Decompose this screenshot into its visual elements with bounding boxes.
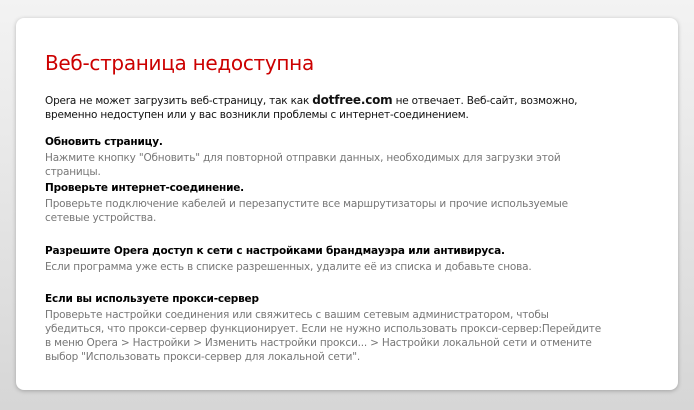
- intro-text: Opera не может загрузить веб-страницу, т…: [45, 93, 605, 122]
- section-reload: Обновить страницу. Нажмите кнопку "Обнов…: [45, 136, 610, 179]
- page-title: Веб-страница недоступна: [45, 51, 314, 75]
- section-proxy: Если вы используете прокси-сервер Провер…: [45, 293, 610, 364]
- section-text: Проверьте настройки соединения или свяжи…: [45, 309, 601, 363]
- section-check-connection: Проверьте интернет-соединение. Проверьте…: [45, 182, 610, 225]
- section-heading: Проверьте интернет-соединение.: [45, 182, 244, 194]
- intro-before: Opera не может загрузить веб-страницу, т…: [45, 95, 313, 107]
- section-heading: Если вы используете прокси-сервер: [45, 293, 259, 305]
- section-heading: Разрешите Opera доступ к сети с настройк…: [45, 245, 505, 257]
- section-text: Проверьте подключение кабелей и перезапу…: [45, 198, 568, 224]
- section-firewall: Разрешите Opera доступ к сети с настройк…: [45, 245, 610, 274]
- section-heading: Обновить страницу.: [45, 136, 163, 148]
- domain-name: dotfree.com: [312, 93, 393, 107]
- section-text: Если программа уже есть в списке разреше…: [45, 261, 532, 273]
- error-card: Веб-страница недоступна Opera не может з…: [16, 18, 678, 390]
- section-text: Нажмите кнопку "Обновить" для повторной …: [45, 152, 561, 178]
